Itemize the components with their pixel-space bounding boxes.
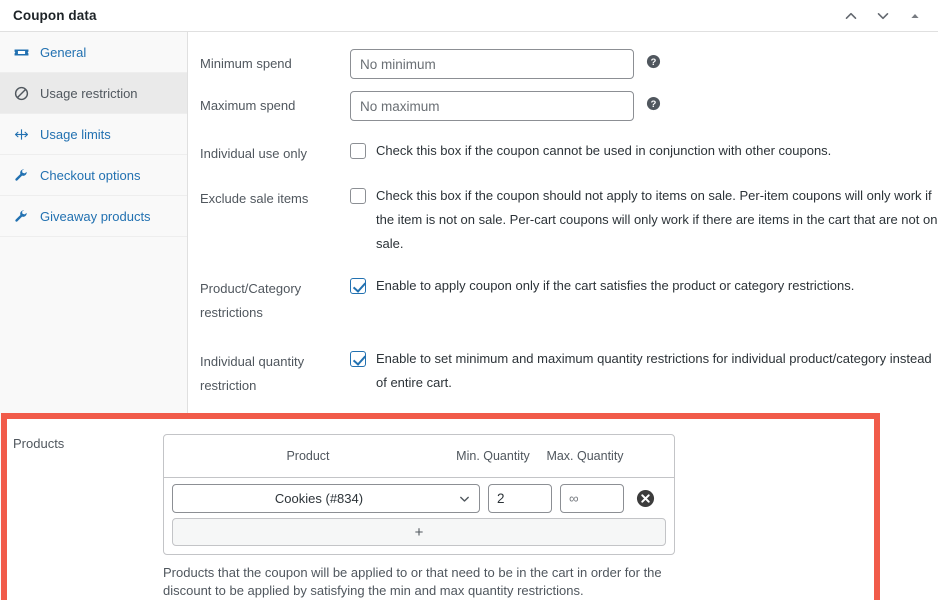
- sidebar-item-general[interactable]: General: [0, 32, 187, 73]
- field-maximum-spend: Maximum spend ?: [188, 91, 938, 121]
- wrench-icon: [10, 168, 32, 182]
- sidebar-item-label: Giveaway products: [40, 208, 151, 224]
- chevron-up-icon: [845, 12, 857, 19]
- products-highlight-box: Products Product Min. Quantity Max. Quan…: [1, 413, 880, 600]
- field-label: Individual quantity restriction: [200, 354, 305, 393]
- collapse-panel-button[interactable]: [900, 1, 930, 31]
- max-quantity-input[interactable]: [560, 484, 624, 513]
- wrench-icon: [10, 209, 32, 223]
- column-header-product: Product: [286, 448, 330, 463]
- product-category-restrictions-checkbox[interactable]: [350, 278, 366, 294]
- checkbox-description: Check this box if the coupon should not …: [376, 188, 938, 251]
- svg-text:?: ?: [651, 99, 657, 109]
- coupon-data-panel: Coupon data General Usage restriction Us…: [0, 0, 938, 600]
- column-header-min-quantity: Min. Quantity: [456, 448, 530, 463]
- field-minimum-spend: Minimum spend ?: [188, 49, 938, 79]
- close-circle-icon: [636, 489, 654, 508]
- panel-header: Coupon data: [0, 0, 938, 32]
- field-individual-quantity-restriction: Individual quantity restriction Enable t…: [188, 347, 938, 398]
- help-icon[interactable]: ?: [646, 96, 661, 111]
- chevron-down-icon: [458, 492, 471, 505]
- sidebar-item-usage-restriction[interactable]: Usage restriction: [0, 73, 187, 114]
- field-product-category-restrictions: Product/Category restrictions Enable to …: [188, 274, 938, 325]
- individual-use-checkbox[interactable]: [350, 143, 366, 159]
- triangle-up-icon: [911, 14, 919, 18]
- min-quantity-input[interactable]: [488, 484, 552, 513]
- chevron-down-icon: [877, 13, 889, 20]
- sidebar-item-label: General: [40, 44, 87, 60]
- field-label: Minimum spend: [200, 56, 292, 71]
- sidebar-item-label: Usage restriction: [40, 85, 138, 101]
- move-down-button[interactable]: [868, 1, 898, 31]
- checkbox-description: Check this box if the coupon cannot be u…: [376, 143, 832, 158]
- add-product-row-button[interactable]: +: [172, 518, 666, 546]
- products-table: Product Min. Quantity Max. Quantity Cook…: [163, 434, 675, 555]
- field-label: Individual use only: [200, 146, 307, 161]
- panel-header-actions: [836, 0, 930, 32]
- exclude-sale-items-checkbox[interactable]: [350, 188, 366, 204]
- product-select[interactable]: Cookies (#834): [172, 484, 480, 513]
- individual-quantity-restriction-checkbox[interactable]: [350, 351, 366, 367]
- maximum-spend-input[interactable]: [350, 91, 634, 121]
- sidebar-item-label: Usage limits: [40, 126, 111, 142]
- sidebar-item-checkout-options[interactable]: Checkout options: [0, 155, 187, 196]
- field-label: Exclude sale items: [200, 191, 309, 206]
- page-title: Coupon data: [13, 8, 97, 23]
- field-label: Product/Category restrictions: [200, 281, 302, 320]
- minimum-spend-input[interactable]: [350, 49, 634, 79]
- column-header-max-quantity: Max. Quantity: [546, 448, 624, 463]
- sidebar-item-giveaway-products[interactable]: Giveaway products: [0, 196, 187, 237]
- field-label: Products: [13, 436, 65, 451]
- help-icon[interactable]: ?: [646, 54, 661, 69]
- field-exclude-sale-items: Exclude sale items Check this box if the…: [188, 184, 938, 256]
- products-table-header: Product Min. Quantity Max. Quantity: [164, 435, 674, 478]
- move-up-button[interactable]: [836, 1, 866, 31]
- sidebar-item-usage-limits[interactable]: Usage limits: [0, 114, 187, 155]
- ticket-icon: [10, 45, 32, 60]
- products-description: Products that the coupon will be applied…: [163, 565, 662, 598]
- checkbox-description: Enable to apply coupon only if the cart …: [376, 278, 855, 293]
- field-individual-use-only: Individual use only Check this box if th…: [188, 139, 938, 166]
- remove-row-button[interactable]: [624, 489, 666, 508]
- svg-text:?: ?: [651, 57, 657, 67]
- no-entry-icon: [10, 86, 32, 101]
- field-products: Products Product Min. Quantity Max. Quan…: [7, 419, 874, 600]
- table-row: Cookies (#834): [164, 478, 674, 518]
- products-table-wrapper: Product Min. Quantity Max. Quantity Cook…: [163, 434, 675, 600]
- limits-icon: [10, 127, 32, 142]
- checkbox-description: Enable to set minimum and maximum quanti…: [376, 351, 932, 390]
- product-select-value: Cookies (#834): [274, 491, 364, 506]
- field-label: Maximum spend: [200, 98, 296, 113]
- sidebar-item-label: Checkout options: [40, 167, 141, 183]
